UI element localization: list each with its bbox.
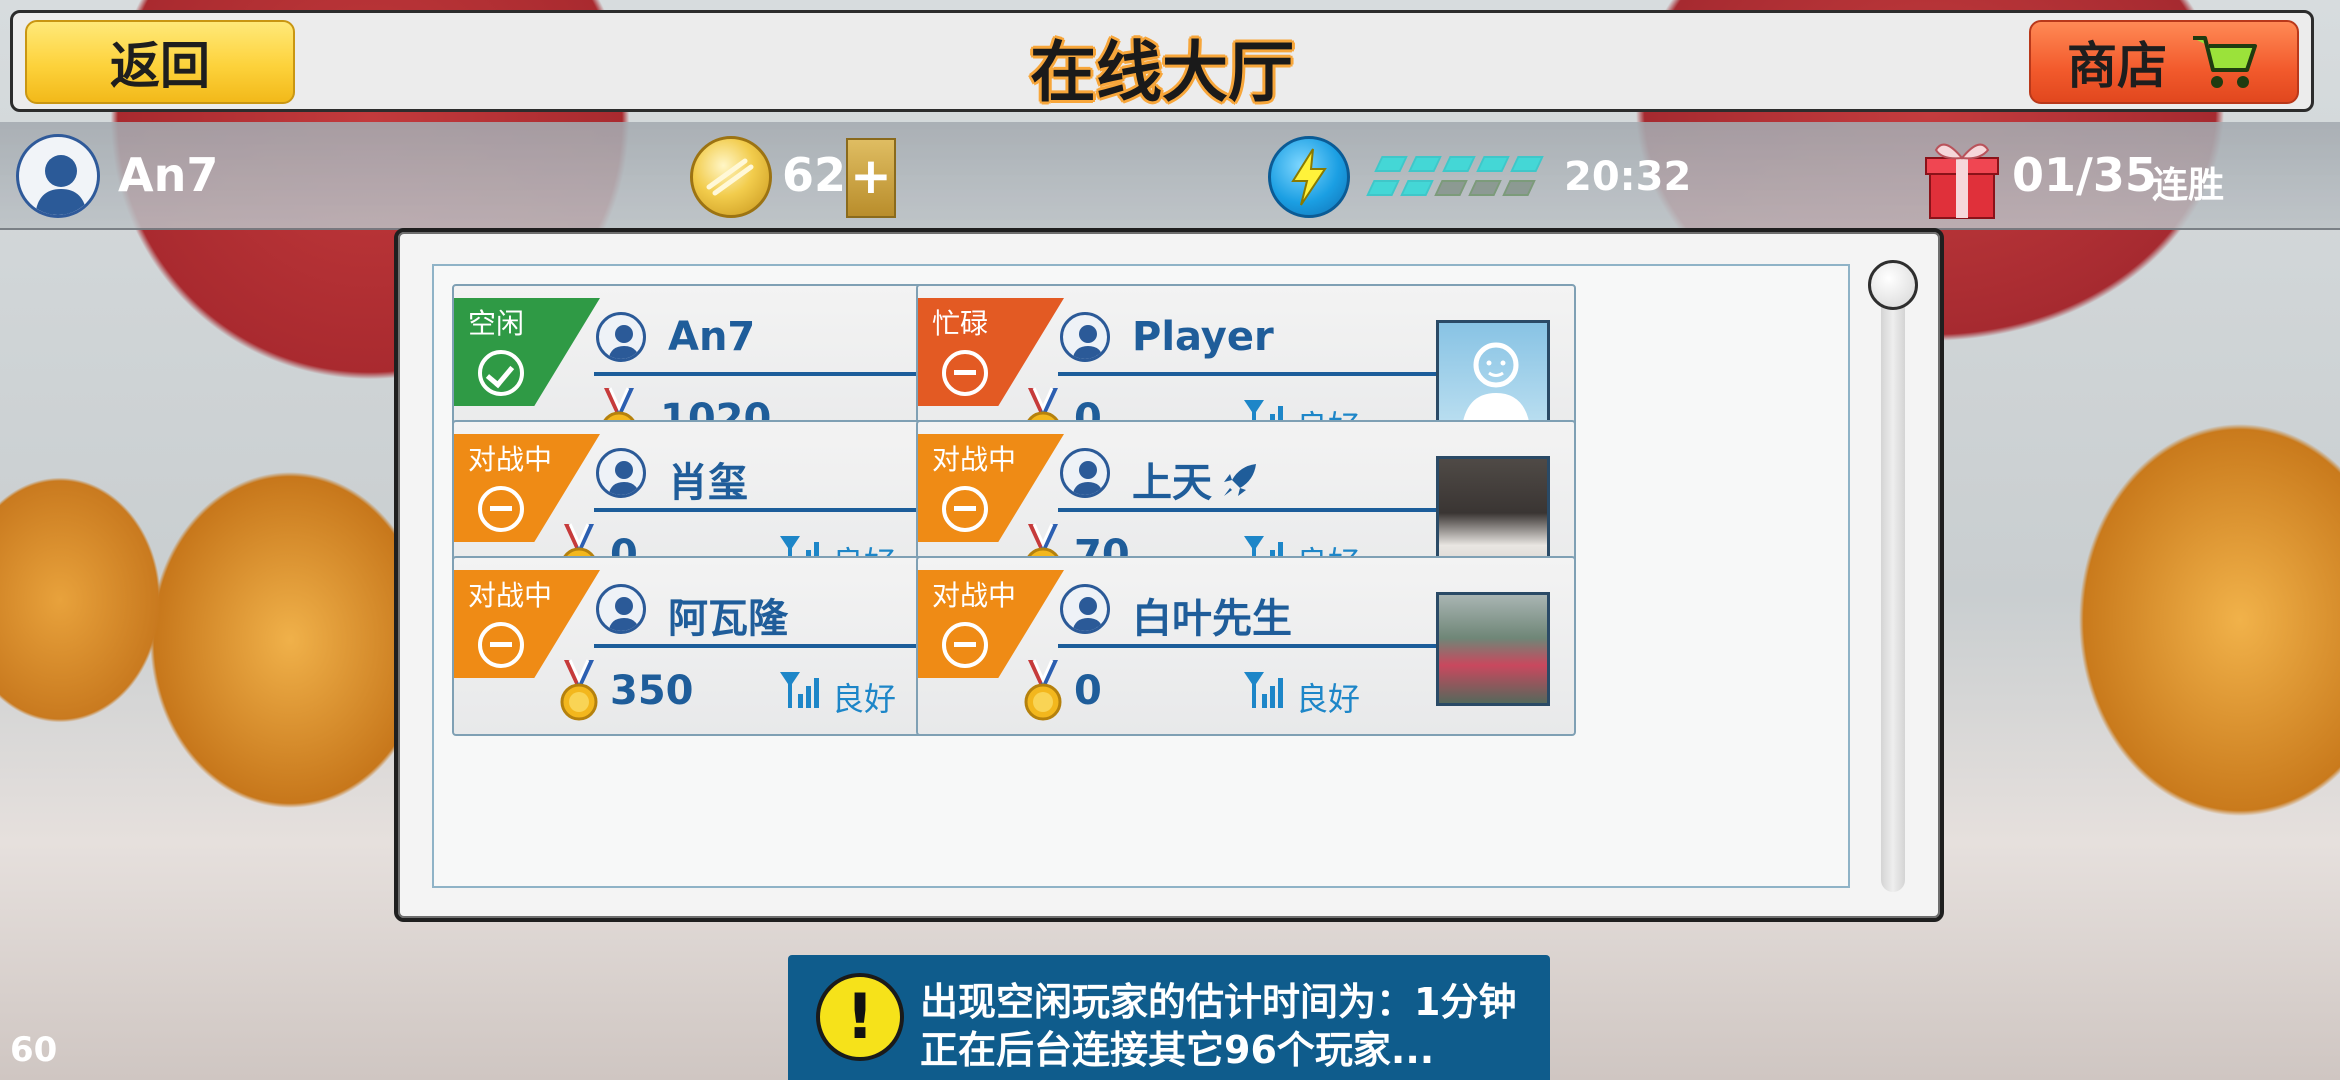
minus-circle-icon <box>478 486 524 532</box>
shop-label: 商店 <box>2067 37 2167 95</box>
page-title: 在线大厅 <box>1030 34 1294 111</box>
fps-counter: 60 <box>10 1030 58 1070</box>
signal-strength-icon <box>778 670 822 710</box>
check-circle-icon <box>478 350 524 396</box>
gold-coin-icon <box>690 136 772 218</box>
player-name: An7 <box>118 148 219 202</box>
win-streak-label: 连胜 <box>2152 165 2225 206</box>
minus-circle-icon <box>942 486 988 532</box>
notice-line-2: 正在后台连接其它96个玩家... <box>920 1028 1435 1072</box>
player-score: 0 <box>1074 668 1102 714</box>
rocket-icon <box>1212 456 1260 496</box>
status-label: 对战中 <box>468 443 553 476</box>
energy-timer: 20:32 <box>1564 154 1692 200</box>
status-label: 对战中 <box>932 579 1017 612</box>
energy-cell <box>1502 180 1536 196</box>
signal-strength-icon <box>1242 670 1286 710</box>
win-streak-count: 01/35 <box>2012 148 2157 202</box>
player-avatar[interactable] <box>16 134 100 218</box>
minus-circle-icon <box>942 350 988 396</box>
energy-meter <box>1366 154 1550 202</box>
user-silhouette-icon <box>596 584 646 634</box>
card-divider <box>1058 508 1438 512</box>
player-name: 肖玺 <box>668 460 748 506</box>
medal-icon <box>1018 658 1068 724</box>
user-silhouette-icon <box>596 448 646 498</box>
exclamation-icon: ! <box>816 973 904 1061</box>
player-avatar-photo[interactable] <box>1436 456 1550 570</box>
medal-icon <box>554 658 604 724</box>
energy-cell <box>1442 156 1476 172</box>
energy-cell <box>1468 180 1502 196</box>
player-score: 350 <box>610 668 694 714</box>
minus-circle-icon <box>942 622 988 668</box>
matchmaking-notice: ! 出现空闲玩家的估计时间为：1分钟 正在后台连接其它96个玩家... <box>788 955 1550 1080</box>
status-label: 对战中 <box>468 579 553 612</box>
connection-quality: 良好 <box>1296 680 1361 718</box>
user-silhouette-icon <box>1060 584 1110 634</box>
player-avatar-photo[interactable] <box>1436 592 1550 706</box>
player-card[interactable]: 对战中白叶先生 0 良好 <box>916 556 1576 736</box>
status-label: 空闲 <box>468 307 525 340</box>
shop-button[interactable]: 商店 <box>2029 20 2299 104</box>
user-silhouette-icon <box>1060 312 1110 362</box>
lobby-panel: 空闲An71020忙碌Player0良好对战中肖玺0良好对战中上天70良好对战中… <box>394 228 1944 922</box>
top-bar: 返回 在线大厅 商店 <box>10 10 2314 112</box>
energy-cell <box>1434 180 1468 196</box>
notice-line-1: 出现空闲玩家的估计时间为：1分钟 <box>920 980 1517 1024</box>
energy-cell <box>1476 156 1510 172</box>
scrollbar-thumb[interactable] <box>1868 260 1918 310</box>
card-divider <box>1058 644 1438 648</box>
user-silhouette-icon <box>35 155 87 215</box>
user-silhouette-icon <box>1060 448 1110 498</box>
status-label: 忙碌 <box>932 307 989 340</box>
energy-cell <box>1408 156 1442 172</box>
scrollbar-track[interactable] <box>1881 272 1905 892</box>
status-bar: An7 62 + 20:32 01/35 连胜 <box>0 122 2340 230</box>
player-name: 白叶先生 <box>1132 596 1292 642</box>
player-name: Player <box>1132 314 1274 360</box>
coin-count: 62 <box>782 148 847 202</box>
minus-circle-icon <box>478 622 524 668</box>
energy-cell <box>1374 156 1408 172</box>
player-name: 阿瓦隆 <box>668 596 788 642</box>
player-list: 空闲An71020忙碌Player0良好对战中肖玺0良好对战中上天70良好对战中… <box>432 264 1850 888</box>
player-avatar-photo[interactable] <box>1436 320 1550 434</box>
energy-cell <box>1510 156 1544 172</box>
card-divider <box>1058 372 1438 376</box>
player-name: 上天 <box>1132 450 1260 508</box>
lightning-bolt-icon <box>1268 136 1350 218</box>
gift-box-icon[interactable] <box>1922 130 2002 222</box>
status-label: 对战中 <box>932 443 1017 476</box>
shopping-cart-icon <box>2193 36 2257 88</box>
player-name: An7 <box>668 314 756 360</box>
user-silhouette-icon <box>596 312 646 362</box>
energy-cell <box>1400 180 1434 196</box>
add-coins-button[interactable]: + <box>846 138 896 218</box>
energy-cell <box>1366 180 1400 196</box>
connection-quality: 良好 <box>832 680 897 718</box>
